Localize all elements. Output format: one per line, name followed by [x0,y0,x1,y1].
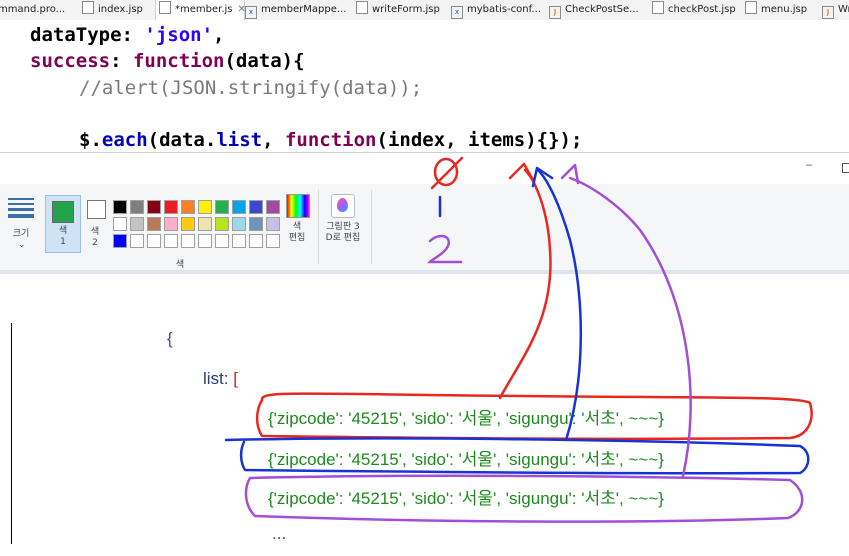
palette-swatch[interactable] [266,200,280,214]
paint-ribbon: 크기 ⌄ 색 1 색 2 색 색 편집 그림판 3 D로 편집 [0,184,849,271]
paint3d-icon [337,198,348,212]
editor-tab-bar: mmand.pro... index.jsp *member.js ✕ x memb… [0,0,849,21]
editor-tab[interactable]: menu.jsp [745,0,815,20]
file-icon [159,1,171,14]
editor-tab[interactable]: checkPost.jsp [652,0,747,20]
editor-tab-active[interactable]: *member.js ✕ [155,0,246,20]
paint-title-bar: – [0,152,849,185]
palette-swatch[interactable] [181,217,195,231]
maximize-button[interactable] [842,163,849,173]
palette-swatch[interactable] [215,217,229,231]
xml-file-icon: x [245,6,257,19]
ribbon-divider [371,190,372,264]
color2-label: 색 2 [90,227,100,248]
palette-swatch[interactable] [249,234,263,248]
minimize-button[interactable]: – [806,159,812,171]
size-label: 크기 [12,229,30,239]
code-line: dataType: 'json', [30,24,225,46]
palette-swatch[interactable] [232,234,246,248]
palette-swatch[interactable] [266,217,280,231]
paint-window: – 크기 ⌄ 색 1 색 2 색 색 편집 그림판 3 D로 편집 { list… [0,152,849,556]
palette-swatch[interactable] [232,217,246,231]
palette-swatch[interactable] [147,234,161,248]
tab-label: *member.js [175,4,233,15]
palette-swatch[interactable] [147,200,161,214]
editor-tab[interactable]: J Wr [822,0,849,20]
code-line: success: function(data){ [30,50,305,72]
tab-label: mybatis-conf... [467,4,541,15]
palette-swatch[interactable] [215,200,229,214]
palette-swatch[interactable] [113,217,127,231]
tab-label: memberMappe... [261,4,347,15]
tab-label: CheckPostSe... [565,4,639,15]
json-ellipsis: ... [272,524,287,543]
palette-swatch[interactable] [181,200,195,214]
file-icon [652,1,664,14]
palette-swatch[interactable] [164,217,178,231]
canvas-vertical-line [11,323,12,544]
tab-label: index.jsp [98,4,143,15]
palette-swatch[interactable] [113,200,127,214]
tab-label: Wr [838,4,849,15]
json-open-brace: { [167,329,173,348]
json-list-key: list: [ [203,369,238,388]
palette-swatch[interactable] [164,234,178,248]
color1-button[interactable]: 색 1 [45,195,81,253]
palette-swatch[interactable] [130,200,144,214]
file-icon [82,1,94,14]
palette-swatch[interactable] [198,234,212,248]
chevron-down-icon: ⌄ [18,240,26,250]
tab-label: menu.jsp [761,4,808,15]
palette-swatch[interactable] [130,217,144,231]
editor-tab[interactable]: mmand.pro... [0,0,78,20]
ribbon-divider [318,190,319,264]
json-row: {'zipcode': '45215', 'sido': '서울', 'sigu… [268,489,664,508]
palette-swatch[interactable] [181,234,195,248]
tab-label: checkPost.jsp [668,4,736,15]
xml-file-icon: x [451,6,463,19]
size-tool-button[interactable] [8,198,34,221]
json-row: {'zipcode': '45215', 'sido': '서울', 'sigu… [268,409,664,428]
file-icon [356,1,368,14]
palette-swatch[interactable] [249,200,263,214]
tab-label: mmand.pro... [0,4,66,15]
java-file-icon: J [549,6,561,19]
palette-swatch[interactable] [147,217,161,231]
editor-tab[interactable]: index.jsp [82,0,154,20]
editor-tab[interactable]: writeForm.jsp [356,0,446,20]
edit-colors-label: 색 편집 [288,222,306,243]
code-editor[interactable]: dataType: 'json', success: function(data… [0,20,849,152]
java-file-icon: J [822,6,834,19]
palette-swatch[interactable] [198,217,212,231]
color1-label: 색 1 [58,226,68,247]
file-icon [745,1,757,14]
palette-swatch[interactable] [266,234,280,248]
json-row: {'zipcode': '45215', 'sido': '서울', 'sigu… [268,450,664,469]
colors-group-label: 색 [175,260,185,270]
palette-swatch[interactable] [232,200,246,214]
code-line-comment: //alert(JSON.stringify(data)); [79,77,423,99]
palette-swatch[interactable] [164,200,178,214]
editor-tab[interactable]: x memberMappe... [245,0,350,20]
paint3d-label: 그림판 3 D로 편집 [325,222,361,243]
palette-swatch[interactable] [198,200,212,214]
palette-swatch[interactable] [249,217,263,231]
color1-swatch [52,201,74,223]
palette-swatch[interactable] [130,234,144,248]
editor-tab[interactable]: x mybatis-conf... [451,0,556,20]
editor-tab[interactable]: J CheckPostSe... [549,0,649,20]
edit-colors-button[interactable] [286,194,310,218]
tab-label: writeForm.jsp [372,4,440,15]
color2-button[interactable] [87,200,106,219]
palette-swatch[interactable] [215,234,229,248]
palette-swatch[interactable] [113,234,127,248]
code-line: $.each(data.list, function(index, items)… [79,129,583,151]
paint3d-button[interactable] [331,194,355,218]
